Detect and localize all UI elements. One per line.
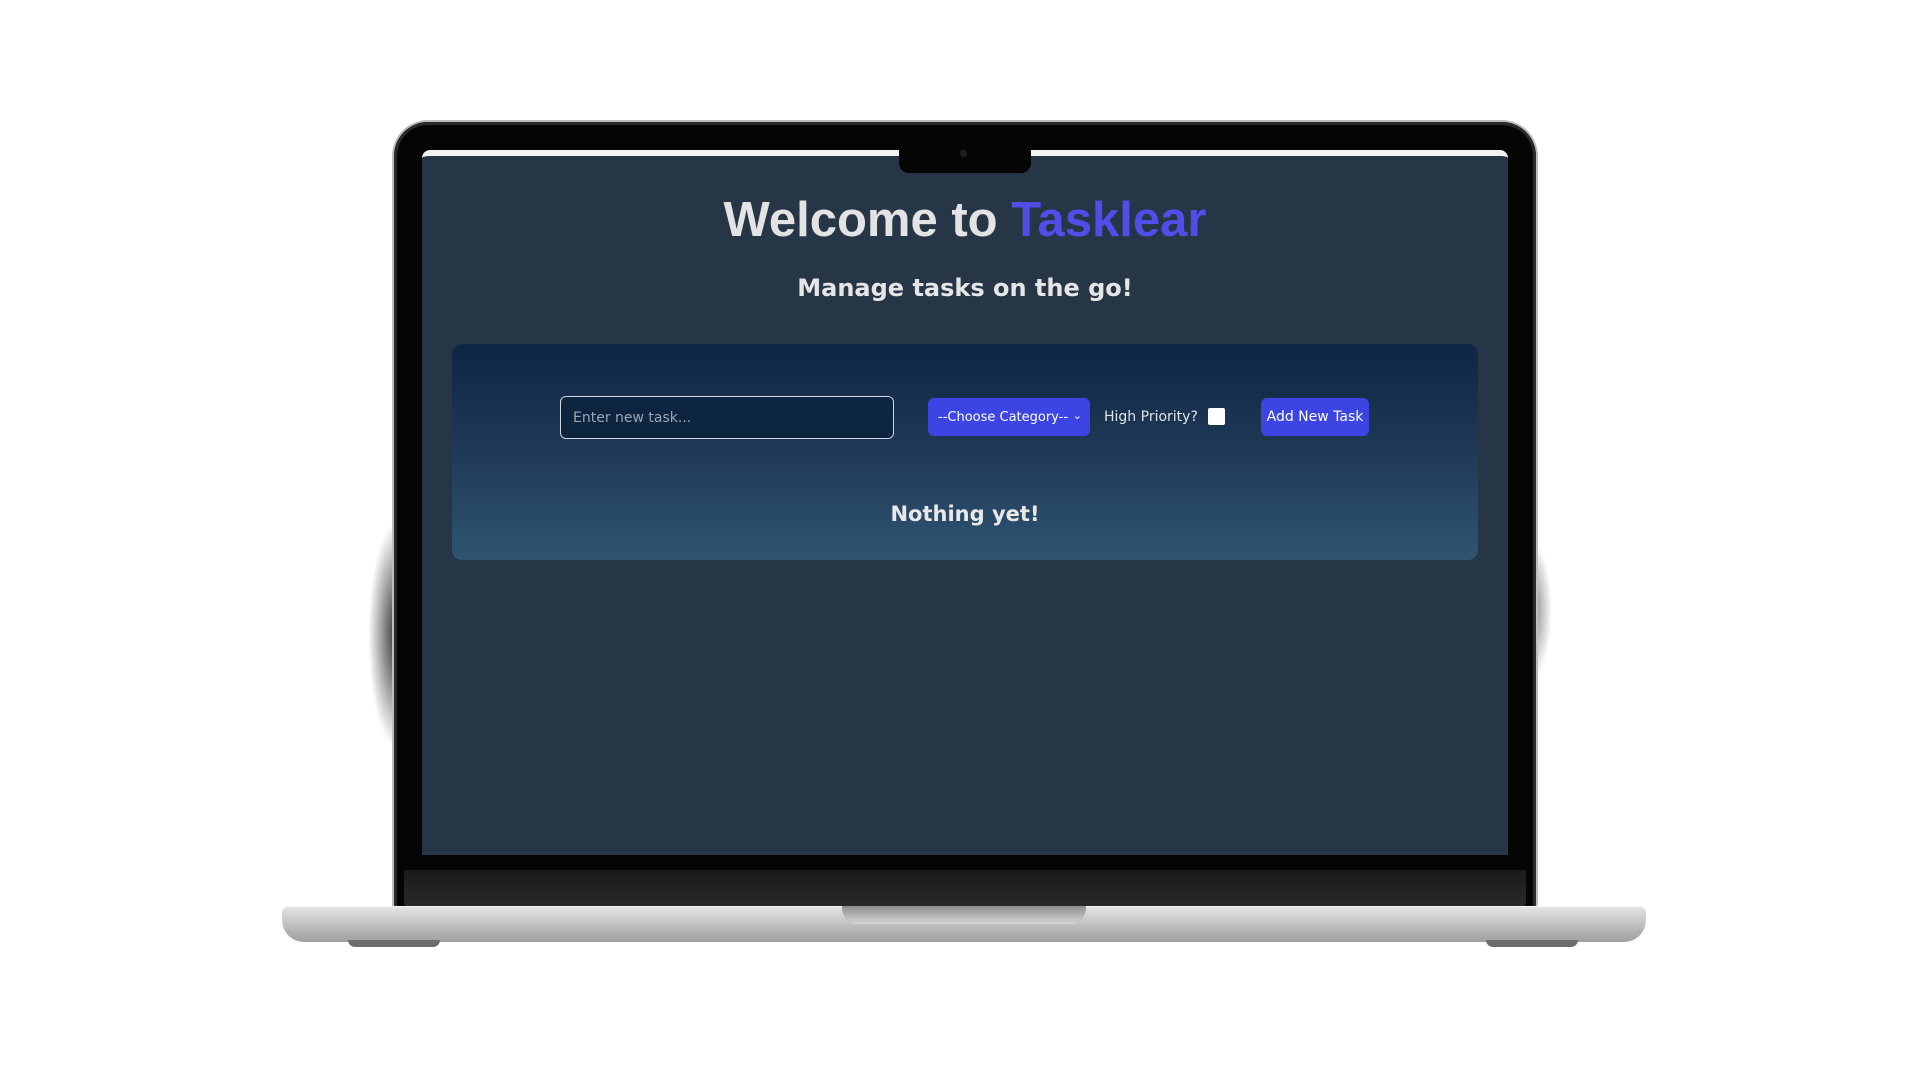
camera-icon xyxy=(960,150,967,157)
brand-name: Tasklear xyxy=(1011,193,1207,247)
add-task-button[interactable]: Add New Task xyxy=(1261,398,1369,436)
page-title: Welcome to Tasklear xyxy=(422,192,1508,248)
chevron-down-icon: ⌄ xyxy=(1072,409,1082,422)
app-screen: Welcome to Tasklear Manage tasks on the … xyxy=(422,150,1508,855)
high-priority-checkbox[interactable] xyxy=(1208,408,1225,425)
tasklear-app: Welcome to Tasklear Manage tasks on the … xyxy=(422,156,1508,855)
task-input[interactable] xyxy=(560,396,894,439)
laptop-foot xyxy=(1486,940,1578,947)
laptop-mockup: Welcome to Tasklear Manage tasks on the … xyxy=(0,0,1920,1080)
category-select-value: --Choose Category-- xyxy=(938,409,1069,425)
high-priority-label: High Priority? xyxy=(1104,409,1198,425)
empty-state-message: Nothing yet! xyxy=(890,502,1040,526)
laptop-chin xyxy=(404,870,1526,908)
camera-notch xyxy=(899,145,1031,173)
category-select[interactable]: --Choose Category-- ⌄ xyxy=(928,398,1090,436)
task-panel: --Choose Category-- ⌄ High Priority? Add… xyxy=(452,344,1478,560)
title-prefix: Welcome to xyxy=(723,193,1012,247)
laptop-foot xyxy=(348,940,440,947)
page-subtitle: Manage tasks on the go! xyxy=(797,274,1133,302)
laptop-opening-notch xyxy=(842,906,1086,924)
